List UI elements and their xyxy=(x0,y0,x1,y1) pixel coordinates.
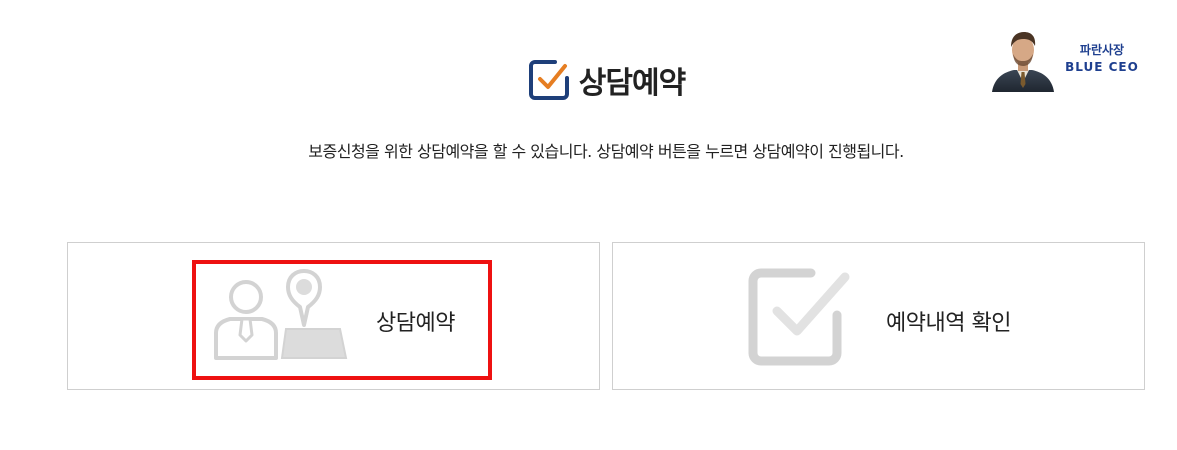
reservation-history-button[interactable]: 예약내역 확인 xyxy=(612,242,1145,390)
page-description: 보증신청을 위한 상담예약을 할 수 있습니다. 상담예약 버튼을 누르면 상담… xyxy=(308,142,904,161)
page-title: 상담예약 xyxy=(578,66,686,101)
brand-logo[interactable]: 파란사장 BLUE CEO xyxy=(990,30,1150,94)
check-square-icon xyxy=(528,60,569,100)
logo-name-korean: 파란사장 xyxy=(1079,43,1125,57)
ceo-portrait-icon xyxy=(992,32,1054,92)
logo-name-english: BLUE CEO xyxy=(1065,60,1139,74)
reservation-history-label: 예약내역 확인 xyxy=(886,311,1011,336)
page: 상담예약 파란사장 BLUE CEO 보증신청을 위한 상담예약을 할 수 있습… xyxy=(0,0,1177,450)
checkbox-icon xyxy=(748,268,850,366)
logo-text: 파란사장 BLUE CEO xyxy=(1060,42,1144,76)
selection-highlight xyxy=(192,260,492,380)
